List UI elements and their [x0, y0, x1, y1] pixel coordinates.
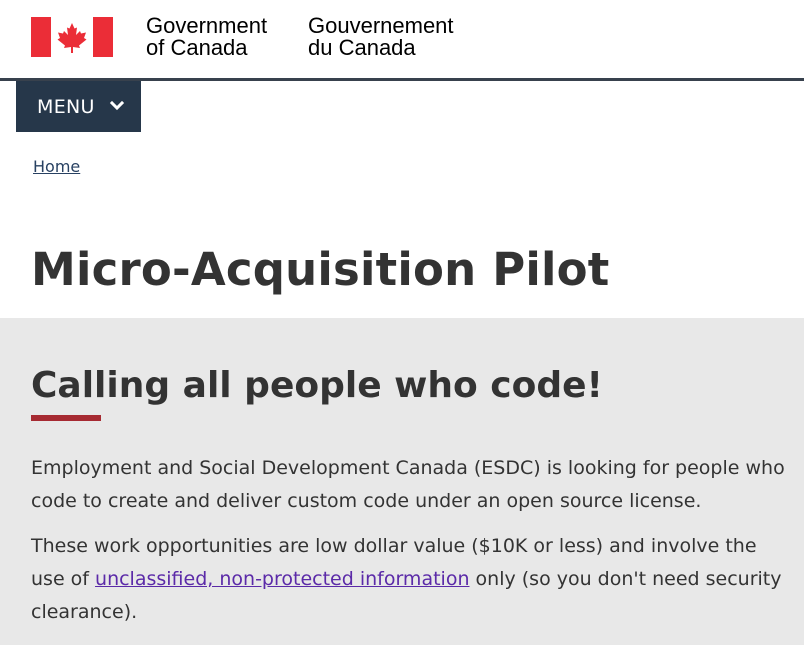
eligibility-paragraph: These work opportunities are low dollar …	[31, 530, 791, 629]
wordmark-fr-line2: du Canada	[308, 35, 416, 60]
wordmark-en-line1: Government	[146, 13, 268, 38]
breadcrumb-home-link[interactable]: Home	[33, 157, 80, 177]
wordmark-french: Gouvernement du Canada	[308, 15, 454, 59]
wordmark-en-line2: of Canada	[146, 35, 248, 60]
chevron-down-icon	[109, 100, 125, 111]
heading-accent-rule	[31, 415, 101, 421]
menu-label: MENU	[37, 96, 95, 118]
canada-flag-icon[interactable]	[31, 17, 113, 57]
page-title: Micro-Acquisition Pilot	[31, 243, 610, 296]
info-panel: Calling all people who code! Employment …	[0, 318, 804, 645]
intro-paragraph: Employment and Social Development Canada…	[31, 457, 785, 512]
wordmark-english: Government of Canada	[146, 15, 267, 59]
menu-button[interactable]: MENU	[16, 81, 141, 132]
panel-heading: Calling all people who code!	[31, 365, 603, 406]
unclassified-info-link[interactable]: unclassified, non-protected information	[95, 568, 469, 590]
site-header: Government of Canada Gouvernement du Can…	[0, 0, 804, 78]
wordmark-fr-line1: Gouvernement	[308, 13, 454, 38]
